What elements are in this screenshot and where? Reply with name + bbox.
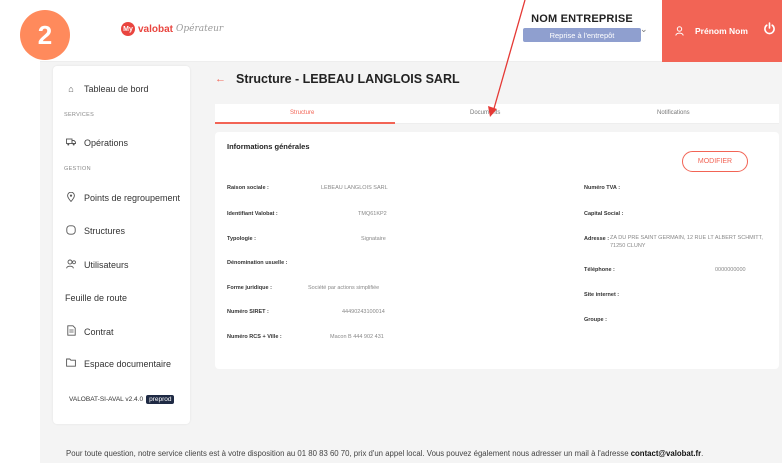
sidebar-item-operations[interactable]: Opérations xyxy=(66,138,128,148)
field-label: Forme juridique : xyxy=(227,285,272,291)
field-value-phone: 0000000000 xyxy=(715,267,746,273)
back-arrow-icon[interactable]: ← xyxy=(215,73,226,85)
users-icon xyxy=(66,259,76,271)
field-label: Numéro RCS + Ville : xyxy=(227,334,282,340)
field-value-siret: 44490243100014 xyxy=(342,309,385,315)
modify-button[interactable]: MODIFIER xyxy=(682,151,748,172)
card-title: Informations générales xyxy=(227,142,310,151)
sidebar-item-points[interactable]: Points de regroupement xyxy=(66,191,181,204)
field-label: Téléphone : xyxy=(584,267,615,273)
contract-icon xyxy=(66,325,76,338)
field-label: Numéro TVA : xyxy=(584,185,621,191)
sidebar-item-label: Opérations xyxy=(84,138,129,148)
footer-text: Pour toute question, notre service clien… xyxy=(66,449,631,458)
truck-icon xyxy=(66,138,76,148)
app-version: VALOBAT-SI-AVAL v2.4.0 preprod xyxy=(69,395,175,404)
tab-notifications[interactable]: Notifications xyxy=(657,110,690,116)
user-icon xyxy=(675,26,685,36)
app-logo[interactable]: My valobat Opérateur xyxy=(121,22,223,36)
tab-bar: Structure Documents Notifications xyxy=(215,104,779,124)
tab-documents[interactable]: Documents xyxy=(470,110,500,116)
app-page: My valobat Opérateur 2 NOM ENTREPRISE Re… xyxy=(0,0,782,463)
field-label: Numéro SIRET : xyxy=(227,309,269,315)
field-label: Typologie : xyxy=(227,236,256,242)
sidebar-item-label: Espace documentaire xyxy=(84,358,172,369)
folder-icon xyxy=(66,358,76,369)
home-icon: ⌂ xyxy=(68,84,74,94)
sidebar-item-structures[interactable]: Structures xyxy=(66,225,125,237)
sidebar-item-roadmap[interactable]: Feuille de route xyxy=(65,293,127,303)
sidebar-item-label: Points de regroupement xyxy=(84,193,181,203)
sidebar-section-gestion: GESTION xyxy=(64,166,91,172)
sidebar-item-label: Tableau de bord xyxy=(84,84,149,94)
footer-tail: . xyxy=(701,449,704,458)
sidebar-item-dashboard[interactable]: ⌂ Tableau de bord xyxy=(66,84,149,94)
footer-notice: Pour toute question, notre service clien… xyxy=(66,449,703,458)
structure-icon xyxy=(66,225,76,237)
env-badge: preprod xyxy=(146,395,175,404)
location-pin-icon xyxy=(66,191,76,204)
version-label: VALOBAT-SI-AVAL v2.4.0 xyxy=(69,396,144,403)
field-value-rcs: Macon B 444 902 431 xyxy=(330,334,384,340)
logo-badge: My xyxy=(121,22,135,36)
sidebar-item-label: Utilisateurs xyxy=(84,260,129,270)
field-value-address: ZA DU PRE SAINT GERMAIN, 12 RUE LT ALBER… xyxy=(610,235,763,249)
active-tab-indicator xyxy=(215,122,395,124)
sidebar-item-users[interactable]: Utilisateurs xyxy=(66,259,129,271)
company-selector[interactable]: NOM ENTREPRISE Reprise à l'entrepôt xyxy=(523,13,641,42)
power-icon[interactable] xyxy=(763,22,776,38)
field-value-legal-form: Société par actions simplifiée xyxy=(308,285,380,291)
field-label: Adresse : xyxy=(584,236,610,242)
field-label: Dénomination usuelle : xyxy=(227,260,288,266)
resume-warehouse-button[interactable]: Reprise à l'entrepôt xyxy=(523,28,641,42)
sidebar-item-label: Structures xyxy=(84,226,126,236)
contact-email-link[interactable]: contact@valobat.fr xyxy=(631,449,701,458)
tab-structure[interactable]: Structure xyxy=(290,110,314,116)
user-name: Prénom Nom xyxy=(695,26,748,36)
field-value-valobat-id: TMQ61KP2 xyxy=(358,211,387,217)
field-value-company-name: LEBEAU LANGLOIS SARL xyxy=(321,185,388,191)
field-label: Capital Social : xyxy=(584,211,624,217)
field-label: Groupe : xyxy=(584,317,607,323)
field-label: Identifiant Valobat : xyxy=(227,211,278,217)
sidebar: ⌂ Tableau de bord SERVICES Opérations GE… xyxy=(53,66,190,424)
company-name: NOM ENTREPRISE xyxy=(531,13,633,25)
field-label: Site internet : xyxy=(584,292,620,298)
sidebar-item-label: Contrat xyxy=(84,326,114,337)
chevron-down-icon[interactable]: ⌄ xyxy=(640,24,648,35)
page-title-row: ← Structure - LEBEAU LANGLOIS SARL xyxy=(215,72,460,86)
logo-subtitle: Opérateur xyxy=(176,24,224,34)
field-value-typology: Signataire xyxy=(361,236,386,242)
logo-brand: valobat xyxy=(138,23,174,35)
user-menu[interactable]: Prénom Nom xyxy=(662,0,782,62)
general-info-card: Informations générales MODIFIER Raison s… xyxy=(215,132,779,369)
sidebar-section-services: SERVICES xyxy=(64,112,95,118)
step-badge: 2 xyxy=(20,10,70,60)
field-label: Raison sociale : xyxy=(227,185,269,191)
sidebar-item-documents[interactable]: Espace documentaire xyxy=(66,358,171,369)
page-title: Structure - LEBEAU LANGLOIS SARL xyxy=(236,72,460,86)
sidebar-item-contract[interactable]: Contrat xyxy=(66,325,114,338)
